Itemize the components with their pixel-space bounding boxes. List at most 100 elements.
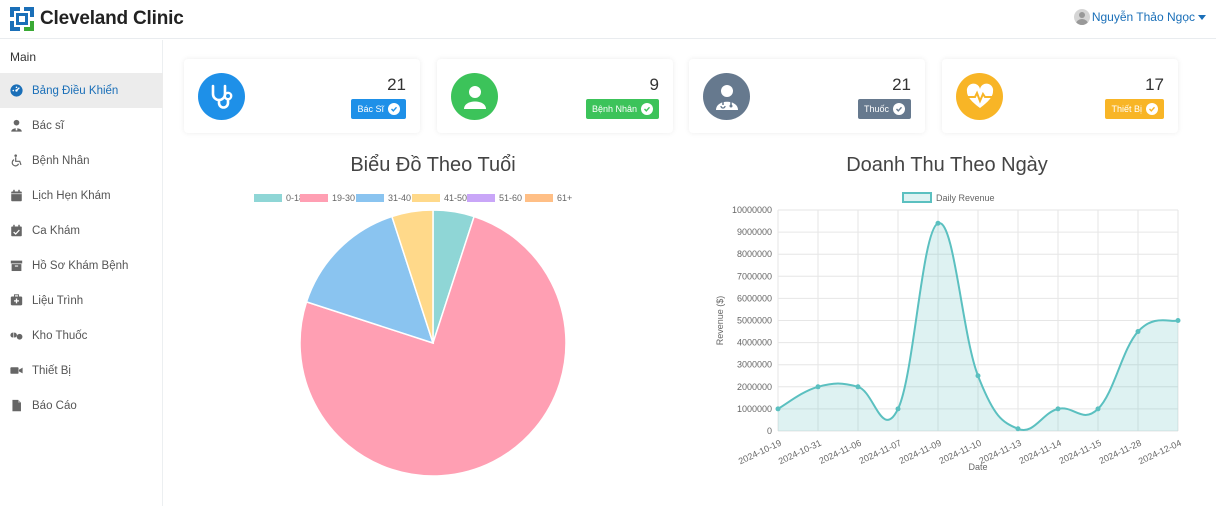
legend-item[interactable]: Daily Revenue bbox=[902, 192, 995, 203]
y-tick-label: 3000000 bbox=[737, 360, 772, 370]
sidebar-item-equipment[interactable]: Thiết Bị bbox=[0, 353, 163, 388]
clinic-icon bbox=[10, 294, 23, 307]
data-point-2024-10-31[interactable] bbox=[815, 384, 821, 390]
sidebar-item-treatments[interactable]: Liệu Trình bbox=[0, 283, 163, 318]
y-tick-label: 2000000 bbox=[737, 382, 772, 392]
data-point-2024-10-19[interactable] bbox=[775, 406, 781, 412]
data-point-2024-11-06[interactable] bbox=[855, 384, 861, 390]
legend-item[interactable]: 41-50 bbox=[412, 193, 467, 203]
sidebar-item-label: Bệnh Nhân bbox=[32, 154, 90, 167]
y-tick-label: 0 bbox=[767, 426, 772, 436]
y-tick-label: 9000000 bbox=[737, 227, 772, 237]
y-tick-label: 6000000 bbox=[737, 293, 772, 303]
sidebar-item-pharmacy[interactable]: Kho Thuốc bbox=[0, 318, 163, 353]
y-tick-label: 4000000 bbox=[737, 338, 772, 348]
stethoscope-icon bbox=[198, 73, 245, 120]
sidebar-heading: Main bbox=[10, 50, 37, 64]
heartbeat-icon bbox=[956, 73, 1003, 120]
sidebar-item-patients[interactable]: Bệnh Nhân bbox=[0, 143, 163, 178]
stat-value: 21 bbox=[387, 75, 406, 94]
stat-badge: Thiết Bị bbox=[1105, 99, 1164, 119]
brand-name: Cleveland Clinic bbox=[40, 8, 184, 29]
sidebar-item-label: Ca Khám bbox=[32, 224, 80, 237]
data-point-2024-11-14[interactable] bbox=[1055, 406, 1061, 412]
sidebar-item-reports[interactable]: Báo Cáo bbox=[0, 388, 163, 423]
brand-logo[interactable]: Cleveland Clinic bbox=[10, 7, 184, 31]
legend-swatch bbox=[467, 194, 495, 202]
legend-item[interactable]: 51-60 bbox=[467, 193, 522, 203]
legend-label: 61+ bbox=[557, 193, 572, 203]
user-icon bbox=[451, 73, 498, 120]
age-pie-chart[interactable]: 0-18 19-30 31-40 41-50 51-60 61+ bbox=[213, 186, 653, 486]
sidebar-item-shifts[interactable]: Ca Khám bbox=[0, 213, 163, 248]
y-tick-label: 7000000 bbox=[737, 271, 772, 281]
stat-value: 21 bbox=[892, 75, 911, 94]
check-circle-icon bbox=[893, 103, 905, 115]
legend-swatch bbox=[525, 194, 553, 202]
x-tick-label: 2024-11-28 bbox=[1097, 438, 1142, 466]
data-point-2024-11-13[interactable] bbox=[1015, 426, 1021, 432]
data-point-2024-11-07[interactable] bbox=[895, 406, 901, 412]
data-point-2024-11-15[interactable] bbox=[1095, 406, 1101, 412]
sidebar-item-dashboard[interactable]: Bảng Điều Khiển bbox=[0, 73, 163, 108]
legend-swatch bbox=[254, 194, 282, 202]
data-point-2024-11-09[interactable] bbox=[935, 220, 941, 226]
sidebar-item-appointments[interactable]: Lịch Hẹn Khám bbox=[0, 178, 163, 213]
legend-label: 41-50 bbox=[444, 193, 467, 203]
sidebar: Main Bảng Điều Khiển Bác sĩ Bệnh Nhân Lị… bbox=[0, 40, 163, 506]
legend-label: Daily Revenue bbox=[936, 193, 995, 203]
x-tick-label: 2024-11-09 bbox=[897, 438, 942, 466]
legend-label: 31-40 bbox=[388, 193, 411, 203]
stat-label: Bác Sĩ bbox=[357, 104, 384, 114]
legend-item[interactable]: 19-30 bbox=[300, 193, 355, 203]
check-circle-icon bbox=[641, 103, 653, 115]
file-icon bbox=[10, 399, 23, 412]
x-tick-label: 2024-12-04 bbox=[1137, 438, 1183, 467]
data-point-2024-11-10[interactable] bbox=[975, 373, 981, 379]
y-tick-label: 5000000 bbox=[737, 316, 772, 326]
legend-item[interactable]: 61+ bbox=[525, 193, 572, 203]
data-point-2024-11-28[interactable] bbox=[1135, 329, 1141, 335]
legend-item[interactable]: 31-40 bbox=[356, 193, 411, 203]
y-axis-label: Revenue ($) bbox=[715, 296, 725, 346]
avatar bbox=[1073, 9, 1090, 25]
x-tick-label: 2024-11-15 bbox=[1057, 438, 1102, 466]
legend-swatch bbox=[412, 194, 440, 202]
data-point-2024-12-04[interactable] bbox=[1175, 318, 1181, 323]
stat-badge: Bác Sĩ bbox=[351, 99, 406, 119]
stat-card-medicines[interactable]: 21 Thuốc bbox=[689, 59, 925, 133]
stat-label: Bệnh Nhân bbox=[591, 104, 637, 114]
legend-swatch bbox=[902, 192, 932, 203]
legend-swatch bbox=[356, 194, 384, 202]
y-tick-label: 1000000 bbox=[737, 404, 772, 414]
top-bar: Cleveland Clinic Nguyễn Thảo Ngọc bbox=[0, 0, 1216, 39]
stat-card-doctors[interactable]: 21 Bác Sĩ bbox=[184, 59, 420, 133]
chevron-down-icon bbox=[1198, 14, 1206, 20]
x-axis-label: Date bbox=[968, 462, 987, 472]
x-tick-label: 2024-10-31 bbox=[777, 438, 823, 467]
legend-label: 19-30 bbox=[332, 193, 355, 203]
y-tick-label: 8000000 bbox=[737, 249, 772, 259]
revenue-line-chart[interactable]: Daily Revenue100000009000000800000070000… bbox=[705, 186, 1195, 486]
legend-item[interactable]: 0-18 bbox=[254, 193, 304, 203]
user-name: Nguyễn Thảo Ngọc bbox=[1091, 10, 1195, 24]
stat-card-equipment[interactable]: 17 Thiết Bị bbox=[942, 59, 1178, 133]
sidebar-item-label: Bác sĩ bbox=[32, 119, 64, 132]
dashboard-icon bbox=[10, 84, 23, 97]
sidebar-item-label: Thiết Bị bbox=[32, 364, 71, 377]
user-menu[interactable]: Nguyễn Thảo Ngọc bbox=[1073, 9, 1206, 25]
stat-label: Thuốc bbox=[863, 104, 889, 114]
sidebar-item-label: Bảng Điều Khiển bbox=[32, 84, 119, 97]
sidebar-item-label: Lịch Hẹn Khám bbox=[32, 189, 111, 202]
stat-badge: Thuốc bbox=[857, 99, 911, 119]
sidebar-item-records[interactable]: Hồ Sơ Khám Bệnh bbox=[0, 248, 163, 283]
cleveland-clinic-logo-icon bbox=[10, 7, 34, 31]
x-tick-label: 2024-10-19 bbox=[737, 438, 783, 467]
sidebar-item-doctors[interactable]: Bác sĩ bbox=[0, 108, 163, 143]
stat-card-patients[interactable]: 9 Bệnh Nhân bbox=[437, 59, 673, 133]
age-chart-title: Biểu Đồ Theo Tuổi bbox=[350, 154, 516, 176]
video-icon bbox=[10, 364, 23, 377]
doctor-icon bbox=[10, 119, 23, 132]
wheelchair-icon bbox=[10, 154, 23, 167]
doctor-user-icon bbox=[703, 73, 750, 120]
